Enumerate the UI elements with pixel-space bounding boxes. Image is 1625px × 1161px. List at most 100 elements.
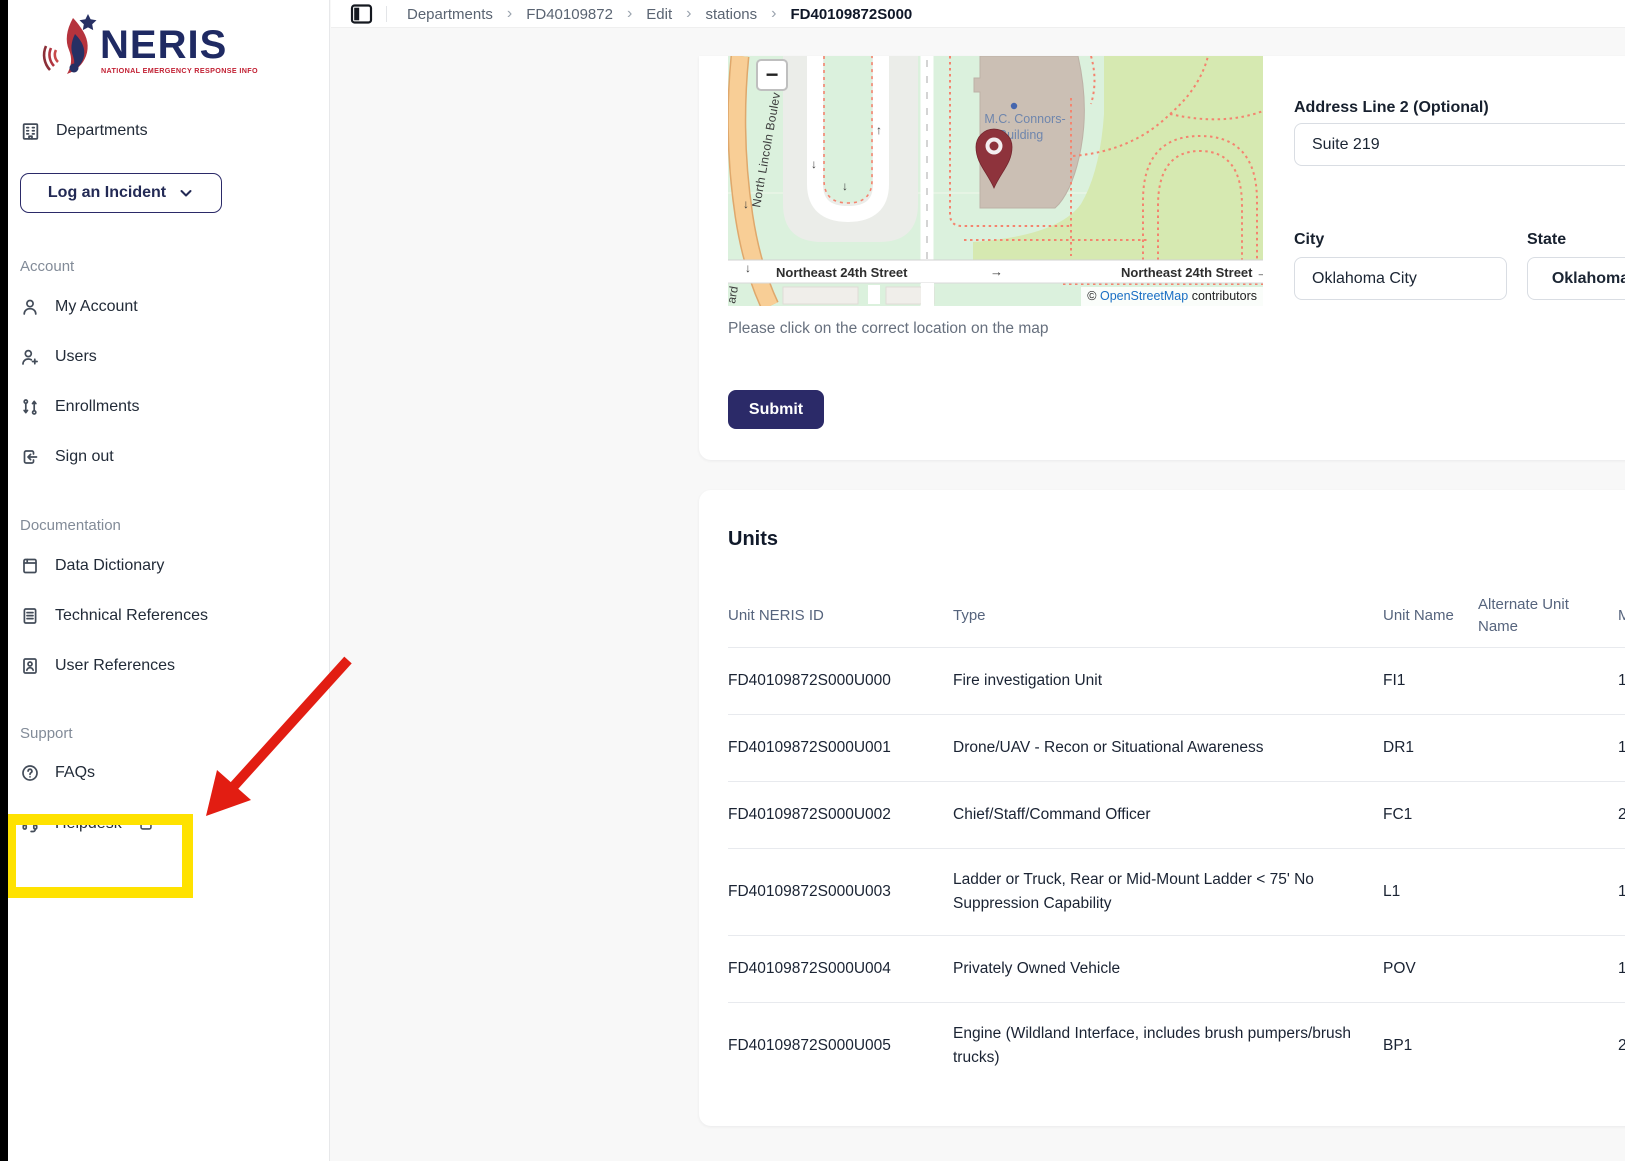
sidebar-item-faqs[interactable]: FAQs xyxy=(20,759,95,787)
address-line2-input[interactable] xyxy=(1294,123,1625,166)
map-street-arrow: → xyxy=(990,264,1003,279)
submit-button[interactable]: Submit xyxy=(728,390,824,429)
openstreetmap-link[interactable]: OpenStreetMap xyxy=(1100,289,1188,303)
breadcrumb-edit[interactable]: Edit xyxy=(646,6,672,23)
section-header-account: Account xyxy=(20,258,74,278)
table-row: FD40109872S000U005 Engine (Wildland Inte… xyxy=(728,1002,1625,1089)
map-zoom-out-button[interactable]: − xyxy=(756,59,788,91)
cell-unit-id: FD40109872S000U004 xyxy=(728,957,953,981)
building-icon xyxy=(20,121,41,142)
col-header-type: Type xyxy=(953,605,1383,627)
log-an-incident-button[interactable]: Log an Incident xyxy=(20,173,222,213)
sidebar-item-my-account[interactable]: My Account xyxy=(20,293,138,321)
cell-type: Drone/UAV - Recon or Situational Awarene… xyxy=(953,736,1383,760)
sidebar-item-label: User References xyxy=(55,657,175,675)
col-header-unit-neris-id: Unit NERIS ID xyxy=(728,605,953,627)
screenshot-left-edge xyxy=(0,0,8,1161)
log-incident-label: Log an Incident xyxy=(48,184,166,202)
cell-staffing: 2 xyxy=(1618,1034,1625,1058)
breadcrumb-station-id: FD40109872S000 xyxy=(790,6,912,23)
table-row: FD40109872S000U000 Fire investigation Un… xyxy=(728,647,1625,714)
topbar-divider xyxy=(386,6,387,22)
cell-staffing: 2 xyxy=(1618,803,1625,827)
col-header-unit-name: Unit Name xyxy=(1383,605,1478,627)
address-line2-label: Address Line 2 (Optional) xyxy=(1294,99,1489,117)
table-row: FD40109872S000U002 Chief/Staff/Command O… xyxy=(728,781,1625,848)
map-street-label-left: Northeast 24th Street xyxy=(776,265,908,280)
topbar: Departments › FD40109872 › Edit › statio… xyxy=(331,0,1625,28)
svg-text:↓: ↓ xyxy=(842,179,848,193)
cell-type: Engine (Wildland Interface, includes bru… xyxy=(953,1022,1383,1070)
section-header-support: Support xyxy=(20,725,73,745)
breadcrumb-department-id[interactable]: FD40109872 xyxy=(526,6,613,23)
sidebar-item-helpdesk[interactable]: Helpdesk xyxy=(20,810,155,838)
cell-unit-id: FD40109872S000U005 xyxy=(728,1034,953,1058)
sidebar-item-user-references[interactable]: User References xyxy=(20,652,175,680)
sidebar-toggle-button[interactable] xyxy=(350,3,373,25)
svg-text:↓: ↓ xyxy=(745,261,751,275)
breadcrumb-stations[interactable]: stations xyxy=(705,6,757,23)
map-building-label-1: M.C. Connors- xyxy=(984,112,1065,126)
state-select[interactable]: Oklahoma xyxy=(1527,257,1625,300)
cell-staffing: 1 xyxy=(1618,957,1625,981)
sidebar-item-label: Sign out xyxy=(55,448,114,466)
cell-type: Privately Owned Vehicle xyxy=(953,957,1383,981)
sidebar-item-technical-references[interactable]: Technical References xyxy=(20,602,208,630)
cell-unit-id: FD40109872S000U002 xyxy=(728,803,953,827)
star-icon xyxy=(80,14,97,30)
sidebar-item-enrollments[interactable]: Enrollments xyxy=(20,393,139,421)
units-card: Units + Add Unit Unit NERIS ID Type Unit… xyxy=(699,490,1625,1126)
chevron-right-icon: › xyxy=(627,5,632,23)
state-select-value: Oklahoma xyxy=(1552,270,1625,288)
cell-staffing: 1 xyxy=(1618,736,1625,760)
neris-logo[interactable]: NERIS NATIONAL EMERGENCY RESPONSE INFORM… xyxy=(36,12,258,90)
main-content: ↑ ↓ ↓ ↓ ↓ North Lincoln Boulev ard North… xyxy=(331,28,1625,1161)
svg-text:↑: ↑ xyxy=(876,123,882,137)
map-street-label-right: Northeast 24th Street → xyxy=(1121,265,1263,280)
question-circle-icon xyxy=(20,763,40,783)
app-window: NERIS NATIONAL EMERGENCY RESPONSE INFORM… xyxy=(0,0,1625,1161)
chevron-right-icon: › xyxy=(771,5,776,23)
flame-icon xyxy=(44,14,96,74)
breadcrumb-departments[interactable]: Departments xyxy=(407,6,493,23)
sidebar-item-sign-out[interactable]: Sign out xyxy=(20,443,114,471)
units-title: Units xyxy=(728,528,778,551)
sidebar: NERIS NATIONAL EMERGENCY RESPONSE INFORM… xyxy=(0,0,330,1161)
dictionary-icon xyxy=(20,556,40,576)
logo-title: NERIS xyxy=(100,23,227,67)
document-icon xyxy=(20,606,40,626)
cell-unit-name: DR1 xyxy=(1383,736,1478,760)
city-input[interactable] xyxy=(1294,257,1507,300)
attribution-copyright: © xyxy=(1087,289,1096,303)
station-form-card: ↑ ↓ ↓ ↓ ↓ North Lincoln Boulev ard North… xyxy=(699,56,1625,460)
svg-text:↓: ↓ xyxy=(743,197,749,211)
sidebar-item-label: Helpdesk xyxy=(55,815,122,833)
section-header-documentation: Documentation xyxy=(20,517,121,537)
cell-staffing: 1 (Dedicated) xyxy=(1618,669,1625,693)
cell-unit-id: FD40109872S000U000 xyxy=(728,669,953,693)
svg-text:↓: ↓ xyxy=(811,157,817,171)
logo-tagline: NATIONAL EMERGENCY RESPONSE INFORMATION … xyxy=(101,66,258,75)
sidebar-item-users[interactable]: Users xyxy=(20,343,97,371)
breadcrumb: Departments › FD40109872 › Edit › statio… xyxy=(407,0,912,28)
user-plus-icon xyxy=(20,347,40,367)
cell-type: Chief/Staff/Command Officer xyxy=(953,803,1383,827)
sidebar-item-departments[interactable]: Departments xyxy=(20,117,148,145)
sidebar-item-label: My Account xyxy=(55,298,138,316)
sidebar-item-label: Departments xyxy=(56,122,148,140)
cell-unit-id: FD40109872S000U003 xyxy=(728,880,953,904)
cell-unit-id: FD40109872S000U001 xyxy=(728,736,953,760)
attribution-suffix: contributors xyxy=(1188,289,1257,303)
sidebar-item-label: Users xyxy=(55,348,97,366)
table-row: FD40109872S000U004 Privately Owned Vehic… xyxy=(728,935,1625,1002)
chevron-right-icon: › xyxy=(507,5,512,23)
sign-out-icon xyxy=(20,447,40,467)
sidebar-item-label: Data Dictionary xyxy=(55,557,164,575)
cell-unit-name: BP1 xyxy=(1383,1034,1478,1058)
units-table-header: Unit NERIS ID Type Unit Name Alternate U… xyxy=(728,585,1625,647)
units-table: Unit NERIS ID Type Unit Name Alternate U… xyxy=(728,585,1625,1089)
cell-staffing: 1 xyxy=(1618,880,1625,904)
cell-type: Ladder or Truck, Rear or Mid-Mount Ladde… xyxy=(953,868,1383,916)
location-map[interactable]: ↑ ↓ ↓ ↓ ↓ North Lincoln Boulev ard North… xyxy=(728,56,1263,306)
sidebar-item-data-dictionary[interactable]: Data Dictionary xyxy=(20,552,164,580)
